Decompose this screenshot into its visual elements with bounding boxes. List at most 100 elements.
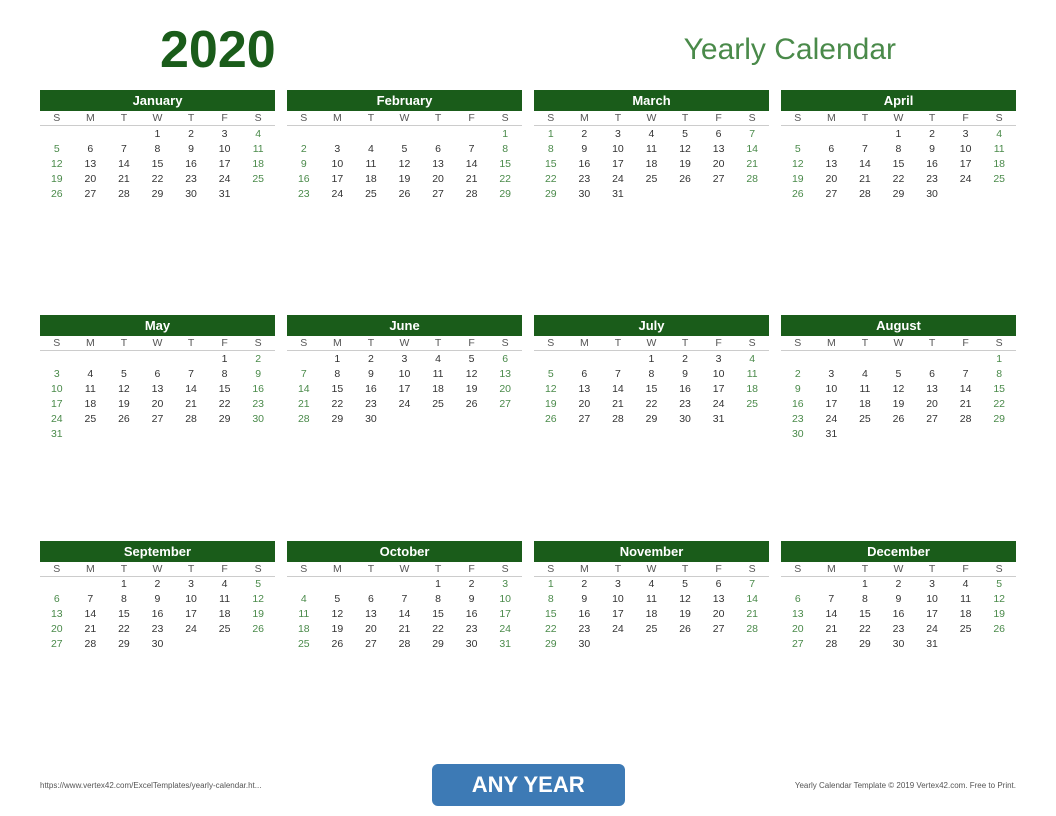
calendar-day: 17 — [702, 381, 736, 396]
day-header: S — [488, 562, 522, 577]
day-header: T — [915, 336, 949, 351]
calendar-day: 2 — [781, 366, 815, 381]
calendar-day: 1 — [488, 126, 522, 142]
day-header: S — [287, 336, 321, 351]
day-header: S — [534, 562, 568, 577]
calendar-day: 11 — [635, 141, 669, 156]
calendar-day: 12 — [882, 381, 916, 396]
calendar-day — [74, 351, 108, 367]
calendar-day: 1 — [882, 126, 916, 142]
calendar-day: 13 — [421, 156, 455, 171]
calendar-day — [141, 426, 175, 441]
calendar-day: 6 — [702, 126, 736, 142]
calendar-day: 18 — [421, 381, 455, 396]
calendar-day: 11 — [354, 156, 388, 171]
calendar-day: 11 — [949, 592, 983, 607]
calendar-day: 7 — [815, 592, 849, 607]
day-header: S — [40, 562, 74, 577]
calendar-day: 7 — [735, 576, 769, 592]
calendar-day: 30 — [241, 411, 275, 426]
calendar-day: 16 — [174, 156, 208, 171]
month-table-march: SMTWTFS123456789101112131415161718192021… — [534, 111, 769, 201]
calendar-day: 18 — [982, 156, 1016, 171]
calendar-day — [388, 411, 422, 426]
calendar-day — [74, 576, 108, 592]
calendar-day: 28 — [735, 171, 769, 186]
calendar-day — [781, 576, 815, 592]
calendar-day — [354, 126, 388, 142]
calendar-day: 27 — [568, 411, 602, 426]
day-header: M — [74, 111, 108, 126]
calendar-day: 19 — [668, 156, 702, 171]
calendar-day: 3 — [601, 126, 635, 142]
calendar-day: 27 — [354, 637, 388, 652]
calendar-day: 29 — [534, 637, 568, 652]
day-header: T — [174, 111, 208, 126]
day-header: F — [702, 336, 736, 351]
month-table-august: SMTWTFS123456789101112131415161718192021… — [781, 336, 1016, 441]
calendar-day — [388, 576, 422, 592]
calendar-day: 10 — [321, 156, 355, 171]
calendar-day: 19 — [455, 381, 489, 396]
calendar-day: 29 — [635, 411, 669, 426]
calendar-day: 21 — [815, 622, 849, 637]
header: 2020 Yearly Calendar — [40, 20, 1016, 80]
calendar-day: 23 — [915, 171, 949, 186]
calendar-day: 26 — [241, 622, 275, 637]
calendar-day: 23 — [882, 622, 916, 637]
calendar-day: 31 — [702, 411, 736, 426]
calendar-day: 28 — [107, 186, 141, 201]
calendar-day: 16 — [882, 607, 916, 622]
calendar-day: 6 — [421, 141, 455, 156]
calendar-day: 18 — [208, 607, 242, 622]
calendar-day: 28 — [74, 637, 108, 652]
day-header: M — [321, 562, 355, 577]
calendar-day: 21 — [455, 171, 489, 186]
calendar-day: 1 — [848, 576, 882, 592]
calendar-day: 22 — [488, 171, 522, 186]
calendar-day: 29 — [534, 186, 568, 201]
calendar-day: 19 — [982, 607, 1016, 622]
calendar-day: 5 — [388, 141, 422, 156]
calendar-day: 31 — [601, 186, 635, 201]
calendar-day — [668, 186, 702, 201]
calendar-day: 12 — [40, 156, 74, 171]
calendar-day: 7 — [455, 141, 489, 156]
calendar-day: 27 — [488, 396, 522, 411]
calendar-day: 24 — [488, 622, 522, 637]
calendar-day: 1 — [208, 351, 242, 367]
calendar-day — [40, 126, 74, 142]
calendar-day: 1 — [635, 351, 669, 367]
calendar-day: 17 — [815, 396, 849, 411]
calendar-day: 2 — [241, 351, 275, 367]
calendar-day: 14 — [601, 381, 635, 396]
day-header: W — [388, 111, 422, 126]
calendar-day — [949, 426, 983, 441]
calendar-day — [241, 637, 275, 652]
calendar-day: 4 — [635, 126, 669, 142]
day-header: S — [534, 336, 568, 351]
day-header: W — [882, 111, 916, 126]
calendar-day: 25 — [982, 171, 1016, 186]
calendar-day — [287, 576, 321, 592]
calendar-day: 24 — [601, 171, 635, 186]
month-table-december: SMTWTFS123456789101112131415161718192021… — [781, 562, 1016, 652]
month-block-august: AugustSMTWTFS123456789101112131415161718… — [781, 315, 1016, 534]
calendar-day: 19 — [882, 396, 916, 411]
calendar-day — [982, 637, 1016, 652]
calendar-day: 5 — [781, 141, 815, 156]
calendar-day: 11 — [208, 592, 242, 607]
day-header: T — [915, 111, 949, 126]
calendar-day: 2 — [287, 141, 321, 156]
footer: https://www.vertex42.com/ExcelTemplates/… — [40, 764, 1016, 806]
calendar-day: 27 — [40, 637, 74, 652]
calendar-day: 16 — [568, 607, 602, 622]
calendar-day: 11 — [982, 141, 1016, 156]
day-header: F — [455, 562, 489, 577]
calendar-day: 19 — [781, 171, 815, 186]
calendar-day: 30 — [568, 186, 602, 201]
calendar-day: 13 — [815, 156, 849, 171]
calendar-day: 30 — [141, 637, 175, 652]
calendar-day: 13 — [354, 607, 388, 622]
day-header: T — [107, 111, 141, 126]
